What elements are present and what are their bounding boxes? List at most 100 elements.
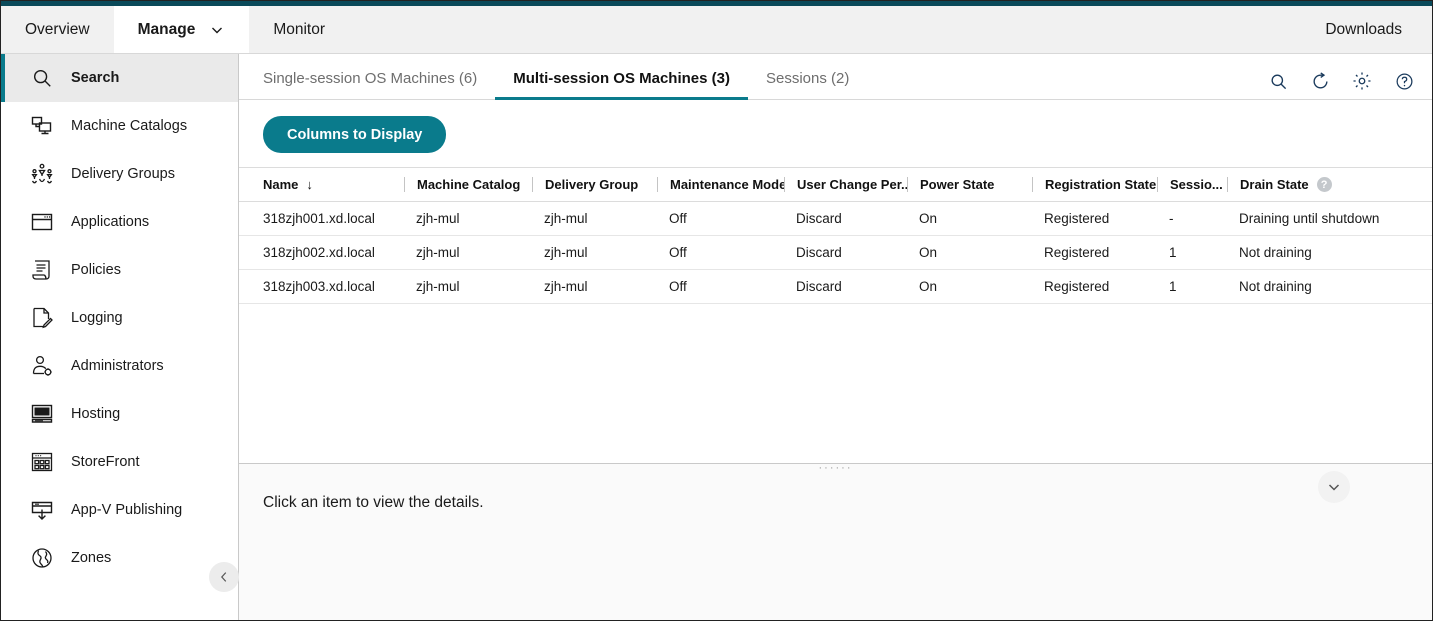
columns-to-display-button[interactable]: Columns to Display [263,116,447,153]
sidebar-item-administrators[interactable]: Administrators [1,342,238,390]
cell-name: 318zjh001.xd.local [239,201,404,236]
sidebar-item-policies[interactable]: Policies [1,246,238,294]
sidebar-item-app-v-publishing-label: App-V Publishing [71,502,183,518]
cell-drain-state: Not draining [1227,235,1432,270]
cell-user-change-persisted: Discard [784,269,907,304]
cell-power-state: On [907,201,1032,236]
downloads-link[interactable]: Downloads [1325,21,1402,39]
cell-delivery-group: zjh-mul [532,201,657,236]
column-header-power-state-label: Power State [920,177,995,192]
table-header-row: Name ↓ Machine Catalog Delivery Group Ma… [239,167,1432,202]
cell-name: 318zjh002.xd.local [239,235,404,270]
details-panel: Click an item to view the details. [239,464,1432,620]
tab-single-session-os-machines[interactable]: Single-session OS Machines (6) [263,70,495,100]
column-header-maintenance-mode[interactable]: Maintenance Mode [657,167,787,202]
cell-maintenance-mode: Off [657,269,784,304]
sidebar-item-delivery-groups[interactable]: Delivery Groups [1,150,238,198]
app-v-publishing-icon [27,495,57,525]
table-row[interactable]: 318zjh003.xd.local zjh-mul zjh-mul Off D… [239,269,1432,304]
tab-sessions-label: Sessions (2) [765,70,850,87]
gear-icon[interactable] [1352,71,1372,91]
sidebar-item-logging[interactable]: Logging [1,294,238,342]
column-header-drain-state-label: Drain State [1240,177,1309,192]
column-header-sessions-label: Sessio... [1170,177,1223,192]
machine-catalogs-icon [27,111,57,141]
sort-descending-icon: ↓ [306,177,313,192]
column-header-sessions[interactable]: Sessio... [1157,167,1227,202]
column-header-user-change-persisted-label: User Change Per... [797,177,912,192]
column-header-name[interactable]: Name ↓ [239,167,404,202]
details-empty-message: Click an item to view the details. [263,494,484,511]
column-header-machine-catalog-label: Machine Catalog [417,177,521,192]
cell-registration-state: Registered [1032,269,1157,304]
table-row[interactable]: 318zjh002.xd.local zjh-mul zjh-mul Off D… [239,235,1432,270]
sidebar-item-logging-label: Logging [71,310,123,326]
refresh-icon[interactable] [1310,71,1330,91]
delivery-groups-icon [27,159,57,189]
column-header-power-state[interactable]: Power State [907,167,1032,202]
grid-empty-space [239,304,1432,463]
column-header-drain-state[interactable]: Drain State ? [1227,167,1432,202]
cell-delivery-group: zjh-mul [532,269,657,304]
sidebar-item-storefront-label: StoreFront [71,454,140,470]
sidebar-item-delivery-groups-label: Delivery Groups [71,166,175,182]
cell-registration-state: Registered [1032,235,1157,270]
sidebar-item-zones[interactable]: Zones [1,534,238,582]
table-row[interactable]: 318zjh001.xd.local zjh-mul zjh-mul Off D… [239,201,1432,236]
splitter-grip[interactable]: ······ [819,463,853,474]
global-nav-items: Overview Manage Monitor [1,6,349,53]
chevron-down-icon[interactable] [209,22,225,38]
tab-single-session-os-machines-label: Single-session OS Machines (6) [263,70,478,87]
machines-grid: Name ↓ Machine Catalog Delivery Group Ma… [239,167,1432,463]
column-header-machine-catalog[interactable]: Machine Catalog [404,167,532,202]
drain-state-help-icon[interactable]: ? [1316,177,1332,192]
search-icon[interactable] [1268,71,1288,91]
column-header-user-change-persisted[interactable]: User Change Per... [784,167,912,202]
sidebar: Search Machine Catalogs Delivery Groups … [1,54,239,620]
policies-icon [27,255,57,285]
cell-sessions: - [1157,201,1227,236]
hosting-icon [27,399,57,429]
global-nav-manage-label: Manage [137,20,196,38]
table-body: 318zjh001.xd.local zjh-mul zjh-mul Off D… [239,201,1432,304]
global-nav-right: Downloads [1325,6,1432,53]
sidebar-item-storefront[interactable]: StoreFront [1,438,238,486]
cell-drain-state: Not draining [1227,269,1432,304]
column-header-registration-state-label: Registration State [1045,177,1157,192]
sidebar-item-zones-label: Zones [71,550,112,566]
column-header-delivery-group[interactable]: Delivery Group [532,167,657,202]
global-nav-manage[interactable]: Manage [113,6,250,53]
chevron-down-icon [1328,484,1340,491]
sidebar-item-hosting[interactable]: Hosting [1,390,238,438]
cell-sessions: 1 [1157,235,1227,270]
column-header-maintenance-mode-label: Maintenance Mode [670,177,787,192]
tab-multi-session-os-machines-label: Multi-session OS Machines (3) [513,70,730,87]
cell-power-state: On [907,269,1032,304]
cell-power-state: On [907,235,1032,270]
sidebar-item-applications[interactable]: Applications [1,198,238,246]
administrators-icon [27,351,57,381]
tab-multi-session-os-machines[interactable]: Multi-session OS Machines (3) [495,70,748,100]
sidebar-item-search[interactable]: Search [1,54,238,102]
chevron-left-icon [220,572,227,582]
cell-maintenance-mode: Off [657,201,784,236]
cell-machine-catalog: zjh-mul [404,269,532,304]
panel-splitter[interactable]: ······ [239,463,1432,503]
column-header-registration-state[interactable]: Registration State [1032,167,1157,202]
cell-drain-state: Draining until shutdown [1227,201,1432,236]
sidebar-item-search-label: Search [71,70,120,86]
storefront-icon [27,447,57,477]
content-area: Single-session OS Machines (6) Multi-ses… [239,54,1432,620]
content-tabbar: Single-session OS Machines (6) Multi-ses… [239,54,1432,100]
sidebar-collapse-button[interactable] [209,562,239,592]
cell-sessions: 1 [1157,269,1227,304]
global-nav-monitor[interactable]: Monitor [249,6,349,53]
global-nav-overview[interactable]: Overview [1,6,114,53]
sidebar-item-app-v-publishing[interactable]: App-V Publishing [1,486,238,534]
details-collapse-button[interactable] [1318,471,1350,503]
help-icon[interactable] [1394,71,1414,91]
zones-icon [27,543,57,573]
sidebar-item-machine-catalogs[interactable]: Machine Catalogs [1,102,238,150]
machines-table: Name ↓ Machine Catalog Delivery Group Ma… [239,167,1432,304]
tab-sessions[interactable]: Sessions (2) [748,70,867,100]
